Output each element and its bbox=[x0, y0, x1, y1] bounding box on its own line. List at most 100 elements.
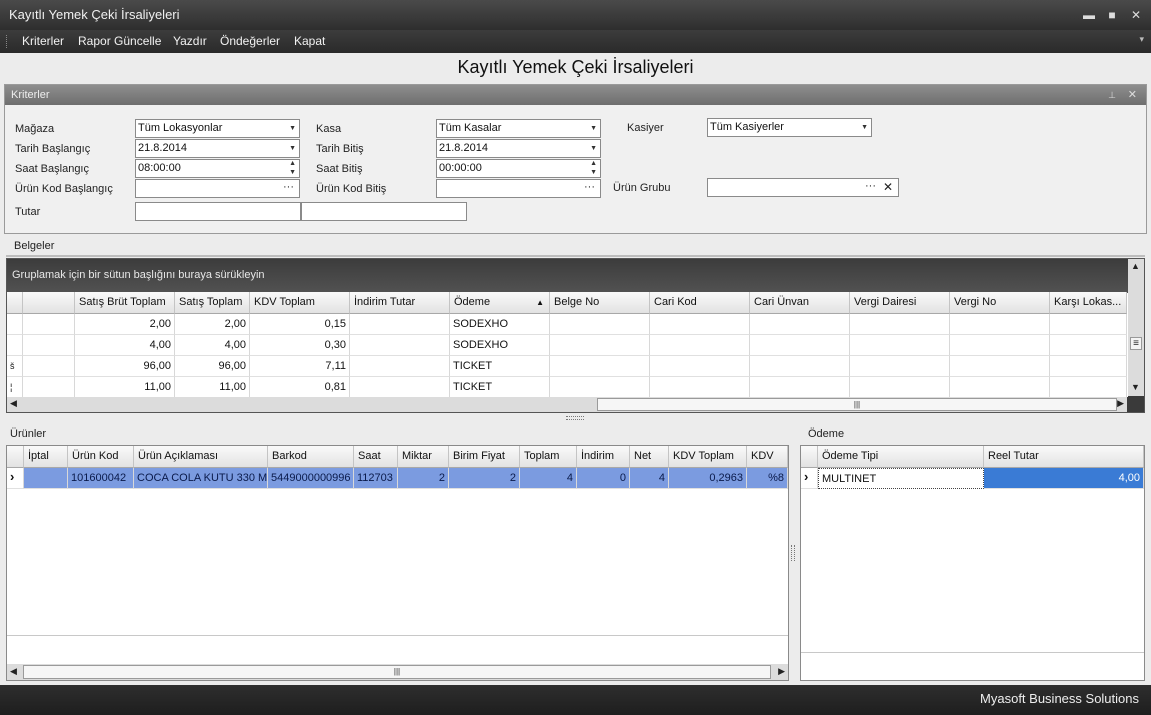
spin-down-icon[interactable]: ▼ bbox=[289, 169, 296, 176]
pin-icon[interactable]: ⊥ bbox=[1108, 85, 1116, 105]
spin-up-icon[interactable]: ▲ bbox=[590, 160, 597, 167]
magaza-label: Mağaza bbox=[15, 123, 55, 135]
ellipsis-icon[interactable]: ··· bbox=[283, 179, 294, 196]
row-indicator-icon[interactable]: › bbox=[7, 468, 24, 489]
tutar-min-field[interactable] bbox=[135, 202, 301, 221]
ellipsis-icon[interactable]: ··· bbox=[865, 178, 876, 195]
column-header-net[interactable]: Net bbox=[630, 446, 669, 468]
dropdown-arrow-icon[interactable]: ▼ bbox=[590, 120, 597, 137]
criteria-close-icon[interactable]: ✕ bbox=[1128, 85, 1137, 105]
column-header-indicator bbox=[801, 446, 818, 468]
scroll-right-icon[interactable]: ▶ bbox=[1117, 398, 1124, 409]
spin-up-icon[interactable]: ▲ bbox=[289, 160, 296, 167]
row-indicator[interactable] bbox=[7, 314, 23, 335]
column-header-birim-fiyat[interactable]: Birim Fiyat bbox=[449, 446, 520, 468]
scroll-thumb[interactable]: ||| bbox=[23, 665, 771, 679]
scroll-up-icon[interactable]: ▲ bbox=[1131, 261, 1140, 271]
column-header-indirim[interactable]: İndirim bbox=[577, 446, 630, 468]
column-header-belge-no[interactable]: Belge No bbox=[550, 292, 650, 314]
row-indicator[interactable]: š bbox=[7, 356, 23, 377]
urun-kod-bitis-field[interactable]: ··· bbox=[436, 179, 601, 198]
saat-bitis-field[interactable]: 00:00:00 ▲ ▼ bbox=[436, 159, 601, 178]
table-cell bbox=[550, 377, 650, 398]
magaza-select[interactable]: Tüm Lokasyonlar ▼ bbox=[135, 119, 300, 138]
scroll-thumb[interactable]: ||| bbox=[597, 398, 1117, 411]
urunler-footer bbox=[7, 635, 788, 664]
window-title: Kayıtlı Yemek Çeki İrsaliyeleri bbox=[9, 7, 180, 22]
spin-down-icon[interactable]: ▼ bbox=[590, 169, 597, 176]
tarih-bitis-label: Tarih Bitiş bbox=[316, 143, 364, 155]
table-cell bbox=[950, 356, 1050, 377]
belgeler-vertical-scrollbar[interactable]: ▲ ≡ ▼ bbox=[1128, 259, 1144, 396]
scroll-down-icon[interactable]: ▼ bbox=[1131, 382, 1140, 392]
table-cell bbox=[650, 377, 750, 398]
dropdown-arrow-icon[interactable]: ▼ bbox=[590, 140, 597, 157]
kasiyer-value: Tüm Kasiyerler bbox=[710, 121, 784, 133]
menu-yazdir[interactable]: Yazdır bbox=[173, 34, 207, 48]
scroll-thumb[interactable]: ≡ bbox=[1130, 337, 1142, 350]
column-header-urun-kod[interactable]: Ürün Kod bbox=[68, 446, 134, 468]
menu-kriterler[interactable]: Kriterler bbox=[22, 34, 64, 48]
urun-grubu-field[interactable]: ··· ✕ bbox=[707, 178, 899, 197]
kasiyer-select[interactable]: Tüm Kasiyerler ▼ bbox=[707, 118, 872, 137]
belgeler-horizontal-scrollbar[interactable]: ◀ ||| ▶ bbox=[7, 397, 1127, 412]
row-indicator[interactable] bbox=[7, 335, 23, 356]
column-header-kdv-toplam[interactable]: KDV Toplam bbox=[250, 292, 350, 314]
minimize-button[interactable]: ▬ bbox=[1081, 7, 1097, 23]
kasa-select[interactable]: Tüm Kasalar ▼ bbox=[436, 119, 601, 138]
column-header-cari-unvan[interactable]: Cari Ünvan bbox=[750, 292, 850, 314]
column-header-blank[interactable] bbox=[23, 292, 75, 314]
column-header-saat[interactable]: Saat bbox=[354, 446, 398, 468]
column-header-iptal[interactable]: İptal bbox=[24, 446, 68, 468]
urunler-horizontal-scrollbar[interactable]: ◀ ||| ▶ bbox=[7, 664, 788, 680]
column-header-indirim-tutar[interactable]: İndirim Tutar bbox=[350, 292, 450, 314]
spin-icon[interactable]: ▲ ▼ bbox=[590, 159, 597, 177]
dropdown-arrow-icon[interactable]: ▼ bbox=[289, 120, 296, 137]
maximize-button[interactable]: ■ bbox=[1104, 7, 1120, 23]
close-button[interactable]: ✕ bbox=[1128, 7, 1144, 23]
column-header-odeme-tipi[interactable]: Ödeme Tipi bbox=[818, 446, 984, 468]
title-bar: Kayıtlı Yemek Çeki İrsaliyeleri ▬ ■ ✕ bbox=[0, 0, 1151, 30]
splitter-handle[interactable] bbox=[566, 416, 584, 420]
tutar-max-field[interactable] bbox=[301, 202, 467, 221]
group-panel[interactable]: Gruplamak için bir sütun başlığını buray… bbox=[7, 259, 1128, 293]
column-header-barkod[interactable]: Barkod bbox=[268, 446, 354, 468]
dropdown-arrow-icon[interactable]: ▼ bbox=[289, 140, 296, 157]
column-header-kdv[interactable]: KDV bbox=[747, 446, 788, 468]
tarih-bitis-field[interactable]: 21.8.2014 ▼ bbox=[436, 139, 601, 158]
vertical-splitter-handle[interactable] bbox=[791, 545, 795, 561]
column-header-vergi-no[interactable]: Vergi No bbox=[950, 292, 1050, 314]
menu-ondegerler[interactable]: Öndeğerler bbox=[220, 34, 280, 48]
column-header-cari-kod[interactable]: Cari Kod bbox=[650, 292, 750, 314]
spin-icon[interactable]: ▲ ▼ bbox=[289, 159, 296, 177]
column-header-kdv-toplam[interactable]: KDV Toplam bbox=[669, 446, 747, 468]
scroll-right-icon[interactable]: ▶ bbox=[778, 666, 785, 677]
urun-kod-bitis-label: Ürün Kod Bitiş bbox=[316, 183, 387, 195]
column-header-urun-aciklamasi[interactable]: Ürün Açıklaması bbox=[134, 446, 268, 468]
tarih-baslangic-field[interactable]: 21.8.2014 ▼ bbox=[135, 139, 300, 158]
clear-icon[interactable]: ✕ bbox=[883, 179, 893, 196]
menu-kapat[interactable]: Kapat bbox=[294, 34, 325, 48]
column-header-reel-tutar[interactable]: Reel Tutar bbox=[984, 446, 1144, 468]
column-header-miktar[interactable]: Miktar bbox=[398, 446, 449, 468]
column-header-vergi-dairesi[interactable]: Vergi Dairesi bbox=[850, 292, 950, 314]
table-cell bbox=[850, 377, 950, 398]
ellipsis-icon[interactable]: ··· bbox=[584, 179, 595, 196]
row-indicator-icon[interactable]: › bbox=[801, 468, 818, 489]
column-header-toplam[interactable]: Toplam bbox=[520, 446, 577, 468]
menu-overflow-icon[interactable]: ▾ bbox=[1139, 34, 1144, 45]
table-cell[interactable]: MULTINET bbox=[818, 468, 984, 489]
toolbar-grip[interactable] bbox=[6, 35, 9, 48]
row-indicator[interactable]: ¦ bbox=[7, 377, 23, 398]
column-header-odeme[interactable]: Ödeme ▲ bbox=[450, 292, 550, 314]
column-header-satis-toplam[interactable]: Satış Toplam bbox=[175, 292, 250, 314]
menu-rapor-guncelle[interactable]: Rapor Güncelle bbox=[78, 34, 161, 48]
dropdown-arrow-icon[interactable]: ▼ bbox=[861, 119, 868, 136]
column-header-karsi-lokasyon[interactable]: Karşı Lokas... bbox=[1050, 292, 1127, 314]
urun-kod-baslangic-field[interactable]: ··· bbox=[135, 179, 300, 198]
saat-baslangic-field[interactable]: 08:00:00 ▲ ▼ bbox=[135, 159, 300, 178]
column-header-satis-brut-toplam[interactable]: Satış Brüt Toplam bbox=[75, 292, 175, 314]
scroll-left-icon[interactable]: ◀ bbox=[10, 398, 17, 409]
odeme-table: Ödeme Tipi Reel Tutar › MULTINET 4,00 bbox=[801, 446, 1144, 664]
scroll-left-icon[interactable]: ◀ bbox=[10, 666, 17, 677]
